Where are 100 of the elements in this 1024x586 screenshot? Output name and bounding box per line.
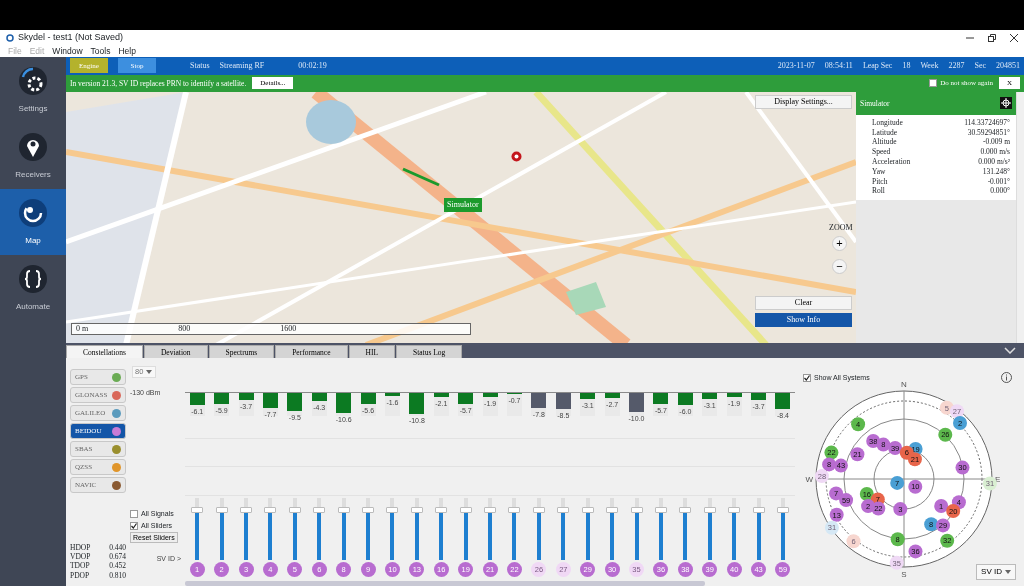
slider[interactable] — [386, 498, 399, 560]
sidebar-item[interactable]: Receivers — [0, 123, 66, 189]
slider[interactable] — [630, 498, 643, 560]
date-text: 2023-11-07 — [777, 59, 815, 72]
sort-dropdown[interactable]: SV ID — [976, 564, 1016, 580]
slider-handle[interactable] — [337, 507, 350, 514]
slider-handle[interactable] — [191, 507, 204, 514]
slider[interactable] — [459, 498, 472, 560]
window-title: Skydel - test1 (Not Saved) — [18, 30, 124, 44]
sidebar-item[interactable]: Automate — [0, 255, 66, 321]
slider-handle[interactable] — [728, 507, 741, 514]
slider-handle[interactable] — [752, 507, 765, 514]
slider[interactable] — [532, 498, 545, 560]
slider[interactable] — [288, 498, 301, 560]
slider[interactable] — [435, 498, 448, 560]
slider[interactable] — [703, 498, 716, 560]
field-label: Sec — [974, 59, 986, 72]
slider-handle[interactable] — [679, 507, 692, 514]
slider[interactable] — [362, 498, 375, 560]
time-text: 08:54:11 — [824, 59, 853, 72]
slider-handle[interactable] — [240, 507, 252, 514]
slider[interactable] — [410, 498, 423, 560]
slider[interactable] — [508, 498, 521, 560]
slider-handle[interactable] — [581, 507, 594, 514]
field-label: Leap Sec — [862, 59, 893, 72]
slider-handle[interactable] — [435, 507, 448, 514]
slider[interactable] — [240, 498, 252, 560]
slider-handle[interactable] — [264, 507, 277, 514]
scale-label: 0 m — [76, 323, 89, 334]
app-icon — [6, 33, 14, 42]
slider[interactable] — [337, 498, 350, 560]
slider-handle[interactable] — [703, 507, 716, 514]
scale-label: 800 — [178, 323, 191, 334]
slider-handle[interactable] — [557, 507, 570, 514]
slider-handle[interactable] — [776, 507, 789, 514]
slider[interactable] — [264, 498, 277, 560]
slider-handle[interactable] — [484, 507, 497, 514]
slider-handle[interactable] — [630, 507, 643, 514]
slider[interactable] — [313, 498, 326, 560]
display-settings-button[interactable]: Display Settings... — [755, 94, 852, 109]
slider-handle[interactable] — [313, 507, 326, 514]
chevron-down-icon[interactable] — [1004, 347, 1016, 354]
slider-handle[interactable] — [386, 507, 399, 514]
sidebar-item[interactable]: Map — [0, 189, 66, 255]
show-info-button[interactable]: Show Info — [755, 312, 852, 327]
lake-area — [306, 99, 356, 144]
slider-handle[interactable] — [508, 507, 521, 514]
field-label: Week — [920, 59, 939, 72]
checkbox[interactable] — [929, 79, 938, 88]
field-value: 2287 — [948, 59, 965, 72]
gear-icon — [17, 65, 49, 97]
compass-label: N — [901, 380, 907, 389]
status-text: Streaming RF — [219, 59, 265, 72]
caret-icon — [146, 370, 153, 374]
slider[interactable] — [191, 498, 204, 560]
field-value: 204851 — [996, 59, 1020, 72]
route-line — [401, 166, 441, 187]
close-icon[interactable] — [1010, 33, 1018, 42]
slider-handle[interactable] — [362, 507, 375, 514]
slider-handle[interactable] — [532, 507, 545, 514]
scale-label: 1600 — [280, 323, 297, 334]
info-icon[interactable] — [1001, 372, 1012, 383]
slider[interactable] — [752, 498, 765, 560]
field-value: 18 — [902, 59, 911, 72]
map-placeholder[interactable]: Display Settings... ZOOM + − Clear Show Info 0 m 800 1600 Simulator — [66, 91, 856, 344]
checkbox[interactable] — [130, 510, 138, 518]
slider[interactable] — [606, 498, 619, 560]
compass-label: W — [805, 475, 813, 484]
checkbox[interactable] — [803, 374, 811, 382]
slider[interactable] — [728, 498, 741, 560]
slider[interactable] — [581, 498, 594, 560]
slider[interactable] — [776, 498, 789, 560]
menu-item[interactable]: Help — [118, 44, 136, 58]
menu-item[interactable]: Window — [52, 44, 83, 58]
elapsed-time: 00:02:19 — [298, 59, 327, 72]
zoom-in-button[interactable]: + — [832, 235, 847, 251]
checkbox[interactable] — [130, 522, 138, 530]
sidebar-item[interactable]: Settings — [0, 57, 66, 123]
scrollbar[interactable] — [185, 581, 705, 586]
braces-icon — [17, 263, 49, 295]
marker-icon — [511, 150, 522, 162]
slider-handle[interactable] — [215, 507, 228, 514]
slider-handle[interactable] — [410, 507, 423, 514]
slider-handle[interactable] — [654, 507, 667, 514]
slider-handle[interactable] — [459, 507, 472, 514]
crosshair-icon[interactable] — [1000, 97, 1012, 110]
slider[interactable] — [215, 498, 228, 560]
slider[interactable] — [557, 498, 570, 560]
menu-item[interactable]: Tools — [90, 44, 111, 58]
slider-handle[interactable] — [288, 507, 301, 514]
zoom-out-button[interactable]: − — [832, 258, 847, 274]
compass-label: E — [995, 475, 1001, 484]
slider[interactable] — [679, 498, 692, 560]
clear-button[interactable]: Clear — [755, 295, 852, 310]
slider-handle[interactable] — [606, 507, 619, 514]
compass-label: S — [901, 570, 907, 579]
maximize-icon[interactable] — [988, 33, 996, 42]
slider[interactable] — [484, 498, 497, 560]
park-area — [566, 281, 606, 315]
slider[interactable] — [654, 498, 667, 560]
